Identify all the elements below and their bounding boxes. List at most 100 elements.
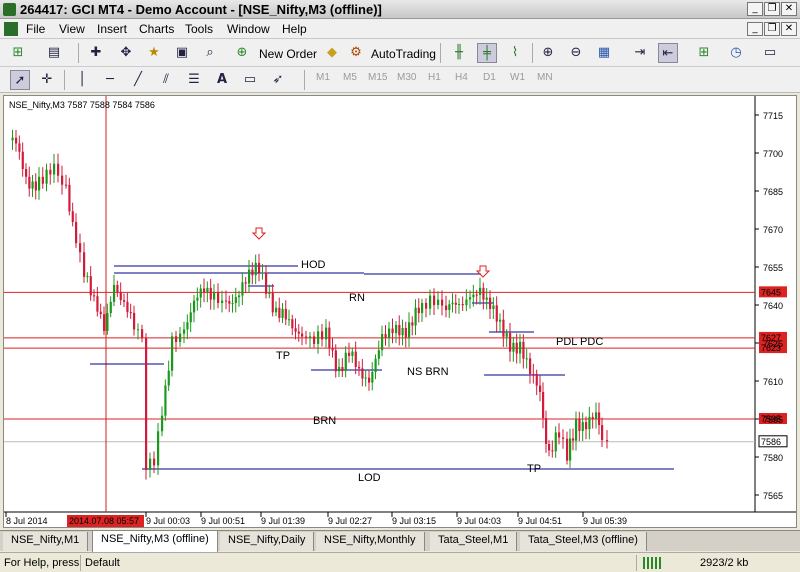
chart-window[interactable]: 7645 7627 7623 7595 7586 2014.07.08 05:57 HOD R… (3, 95, 797, 528)
data-window-icon[interactable]: ✥ (116, 43, 136, 63)
candle-body (441, 299, 444, 306)
child-close-icon[interactable]: ✕ (781, 22, 797, 36)
close-icon[interactable]: ✕ (781, 2, 797, 16)
status-help: For Help, press (4, 557, 80, 569)
menu-window[interactable]: Window (227, 22, 270, 36)
text-label-icon[interactable]: ▭ (240, 70, 260, 90)
fibonacci-icon[interactable]: ☰ (184, 70, 204, 90)
tf-m1[interactable]: M1 (316, 72, 330, 83)
new-order-button[interactable]: New Order (259, 47, 317, 61)
candle-body (126, 301, 129, 313)
terminal-icon[interactable]: ▣ (172, 43, 192, 63)
candle-body (133, 312, 136, 330)
templates-icon[interactable]: ▭ (760, 43, 780, 63)
candle-body (529, 358, 532, 374)
candle-body (21, 151, 24, 170)
candle-body (196, 297, 199, 301)
periods-icon[interactable]: ◷ (726, 43, 746, 63)
candle-body (572, 438, 575, 441)
candle-body (313, 336, 316, 344)
tab-nse-nifty-m3[interactable]: NSE_Nifty,M3 (offline) (92, 531, 218, 552)
chart-shift-icon[interactable]: ⇤ (658, 43, 678, 63)
candle-body (157, 431, 160, 466)
tab-nse-nifty-m1[interactable]: NSE_Nifty,M1 (3, 532, 89, 551)
zoom-out-icon[interactable]: ⊖ (566, 43, 586, 63)
menu-charts[interactable]: Charts (139, 22, 174, 36)
candle-body (28, 176, 31, 189)
autotrading-button[interactable]: AutoTrading (371, 47, 436, 61)
crosshair-icon[interactable]: ✛ (37, 70, 57, 90)
tf-d1[interactable]: D1 (483, 72, 496, 83)
equidistant-channel-icon[interactable]: ⫽ (156, 70, 176, 90)
candle-body (472, 294, 475, 298)
standard-toolbar: ⊞ ▤ ✚ ✥ ★ ▣ ⌕ ⊕ New Order ◆ ⚙ AutoTradin… (0, 39, 800, 67)
minimize-icon[interactable]: _ (747, 2, 763, 16)
price-label: 7645 (761, 287, 781, 297)
tf-mn[interactable]: MN (537, 72, 553, 83)
candle-body (71, 211, 74, 223)
expert-icon[interactable]: ◆ (322, 43, 342, 63)
y-tick-label: 7655 (763, 263, 783, 273)
indicators-icon[interactable]: ⊞ (694, 43, 714, 63)
candle-body (532, 373, 535, 375)
candlestick-chart[interactable]: 764576277623759575862014.07.08 05:57HODR… (4, 96, 796, 527)
text-icon[interactable]: A (212, 70, 232, 90)
market-watch-icon[interactable]: ✚ (86, 43, 106, 63)
autotrading-icon[interactable]: ⚙ (346, 43, 366, 63)
bar-chart-icon[interactable]: ╫ (449, 43, 469, 63)
tf-w1[interactable]: W1 (510, 72, 525, 83)
cursor-icon[interactable]: ➚ (10, 70, 30, 90)
tile-windows-icon[interactable]: ▦ (594, 43, 614, 63)
tf-m30[interactable]: M30 (397, 72, 416, 83)
child-minimize-icon[interactable]: _ (747, 22, 763, 36)
candle-body (68, 184, 71, 212)
tf-h4[interactable]: H4 (455, 72, 468, 83)
new-order-icon[interactable]: ⊕ (232, 43, 252, 63)
candlestick-chart-icon[interactable]: ╪ (477, 43, 497, 63)
candle-body (377, 350, 380, 359)
trendline-icon[interactable]: ╱ (128, 70, 148, 90)
tab-nse-nifty-monthly[interactable]: NSE_Nifty,Monthly (316, 532, 425, 551)
candle-body (414, 307, 417, 326)
tester-icon[interactable]: ⌕ (200, 43, 220, 63)
menu-view[interactable]: View (59, 22, 85, 36)
menu-tools[interactable]: Tools (185, 22, 213, 36)
tab-tata-steel-m3[interactable]: Tata_Steel,M3 (offline) (520, 532, 647, 551)
candle-body (341, 367, 344, 371)
horizontal-line-icon[interactable]: ─ (100, 70, 120, 90)
new-chart-icon[interactable]: ⊞ (8, 43, 28, 63)
line-chart-icon[interactable]: ⌇ (505, 43, 525, 63)
candle-body (519, 341, 522, 354)
arrows-icon[interactable]: ➶ (268, 70, 288, 90)
profiles-icon[interactable]: ▤ (44, 43, 64, 63)
candle-body (548, 443, 551, 451)
tab-tata-steel-m1[interactable]: Tata_Steel,M1 (430, 532, 518, 551)
menu-insert[interactable]: Insert (97, 22, 127, 36)
candle-body (445, 305, 448, 311)
restore-icon[interactable]: ❐ (764, 2, 780, 16)
vertical-line-icon[interactable]: │ (72, 70, 92, 90)
candle-body (401, 327, 404, 336)
tf-m5[interactable]: M5 (343, 72, 357, 83)
candle-body (374, 358, 377, 372)
x-tick-label: 8 Jul 2014 (6, 516, 48, 526)
menu-help[interactable]: Help (282, 22, 307, 36)
y-tick-label: 7595 (763, 415, 783, 425)
zoom-in-icon[interactable]: ⊕ (538, 43, 558, 63)
navigator-icon[interactable]: ★ (144, 43, 164, 63)
tf-h1[interactable]: H1 (428, 72, 441, 83)
candle-body (364, 377, 367, 379)
candle-body (65, 184, 68, 186)
tab-nse-nifty-daily[interactable]: NSE_Nifty,Daily (220, 532, 315, 551)
child-restore-icon[interactable]: ❐ (764, 22, 780, 36)
candle-body (41, 176, 44, 184)
tf-m15[interactable]: M15 (368, 72, 387, 83)
auto-scroll-icon[interactable]: ⇥ (630, 43, 650, 63)
candle-body (429, 295, 432, 309)
menu-file[interactable]: File (26, 22, 45, 36)
x-tick-label: 9 Jul 02:27 (328, 516, 372, 526)
x-tick-label: 9 Jul 00:03 (146, 516, 190, 526)
candle-body (545, 418, 548, 444)
candle-body (398, 324, 401, 336)
candle-body (458, 304, 461, 306)
